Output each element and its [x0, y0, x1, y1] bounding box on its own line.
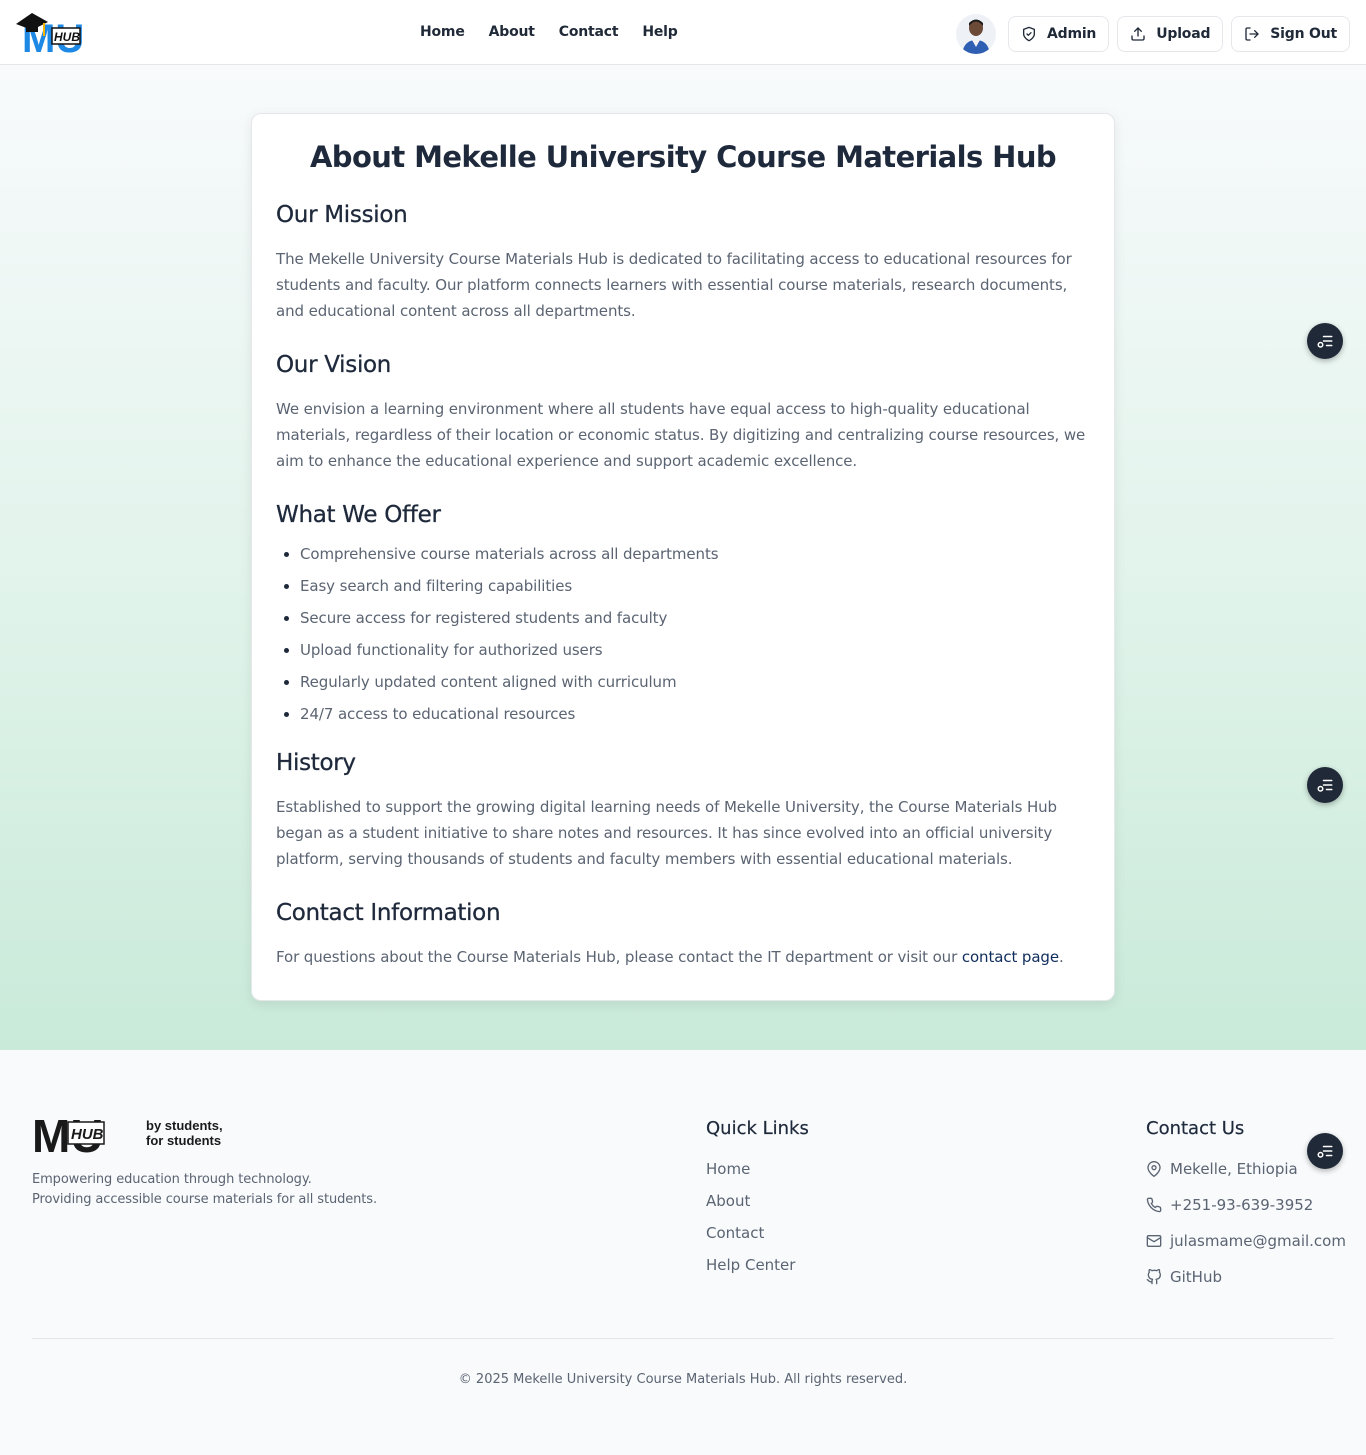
footer-link-contact[interactable]: Contact	[706, 1223, 795, 1243]
contact-text-before: For questions about the Course Materials…	[276, 948, 962, 966]
page-title: About Mekelle University Course Material…	[309, 140, 1057, 174]
offer-list-item: Secure access for registered students an…	[300, 608, 1090, 628]
phone-icon	[1146, 1197, 1162, 1213]
floating-menu-button[interactable]	[1307, 323, 1343, 359]
upload-icon	[1131, 27, 1145, 41]
quick-links: Home About Contact Help Center	[706, 1159, 795, 1287]
footer-link-help-center[interactable]: Help Center	[706, 1255, 795, 1275]
main-nav: Home About Contact Help	[420, 0, 678, 64]
nav-link-about[interactable]: About	[489, 24, 535, 40]
mission-text: The Mekelle University Course Materials …	[276, 250, 1072, 320]
offer-list-item: Upload functionality for authorized user…	[300, 640, 1090, 660]
nav-link-home[interactable]: Home	[420, 24, 465, 40]
top-navbar: MU HUB Home About Contact Help	[0, 0, 1366, 65]
log-out-icon	[1245, 27, 1259, 41]
mail-icon	[1146, 1235, 1162, 1247]
contact-text: For questions about the Course Materials…	[276, 944, 1090, 970]
offer-list-item: Comprehensive course materials across al…	[300, 544, 1090, 564]
floating-menu-button[interactable]	[1307, 1133, 1343, 1169]
about-card: About Mekelle University Course Material…	[251, 113, 1115, 1001]
upload-button[interactable]: Upload	[1117, 16, 1224, 52]
contact-github-text: GitHub	[1170, 1268, 1222, 1286]
user-avatar[interactable]	[955, 14, 996, 54]
vision-text: We envision a learning environment where…	[276, 400, 1086, 470]
offer-heading: What We Offer	[276, 502, 441, 528]
quick-links-title: Quick Links	[706, 1118, 809, 1139]
list-settings-icon	[1317, 1145, 1333, 1158]
footer-tagline-line: Empowering education through technology.	[32, 1172, 312, 1187]
svg-text:for students: for students	[146, 1133, 221, 1148]
contact-location-text: Mekelle, Ethiopia	[1170, 1160, 1298, 1178]
history-heading: History	[276, 750, 356, 776]
offer-list-item: Easy search and filtering capabilities	[300, 576, 1090, 596]
contact-email[interactable]: julasmame@gmail.com	[1146, 1231, 1346, 1251]
contact-github[interactable]: GitHub	[1146, 1267, 1346, 1287]
map-pin-icon	[1147, 1161, 1161, 1177]
floating-menu-button[interactable]	[1307, 767, 1343, 803]
nav-link-help[interactable]: Help	[642, 24, 677, 40]
contact-page-link[interactable]: contact page	[962, 948, 1059, 966]
offer-list: Comprehensive course materials across al…	[276, 544, 1090, 724]
site-logo[interactable]: MU HUB	[14, 10, 104, 61]
footer-logo[interactable]: MU HUB by students, for students	[32, 1110, 242, 1162]
contact-phone[interactable]: +251-93-639-3952	[1146, 1195, 1346, 1215]
footer-tagline-line: Providing accessible course materials fo…	[32, 1192, 378, 1207]
vision-heading: Our Vision	[276, 352, 392, 378]
sign-out-button[interactable]: Sign Out	[1231, 16, 1350, 52]
history-text: Established to support the growing digit…	[276, 798, 1057, 868]
offer-list-item: Regularly updated content aligned with c…	[300, 672, 1090, 692]
list-settings-icon	[1317, 779, 1333, 792]
svg-text:HUB: HUB	[71, 1126, 104, 1143]
contact-phone-text: +251-93-639-3952	[1170, 1196, 1314, 1214]
contact-list: Mekelle, Ethiopia +251-93-639-3952 julas…	[1146, 1159, 1346, 1303]
contact-us-title: Contact Us	[1146, 1118, 1245, 1139]
contact-text-after: .	[1058, 948, 1064, 966]
github-icon	[1146, 1269, 1161, 1285]
sign-out-button-label: Sign Out	[1270, 26, 1337, 42]
footer-divider	[32, 1338, 1334, 1339]
shield-icon	[1022, 26, 1035, 42]
site-footer: MU HUB by students, for students Empower…	[0, 1050, 1366, 1455]
admin-button[interactable]: Admin	[1007, 16, 1110, 52]
copyright-text: © 2025 Mekelle University Course Materia…	[458, 1372, 908, 1387]
footer-tagline: Empowering education through technology.…	[32, 1170, 377, 1210]
footer-link-about[interactable]: About	[706, 1191, 795, 1211]
main-content: About Mekelle University Course Material…	[0, 65, 1366, 1050]
offer-list-item: 24/7 access to educational resources	[300, 704, 1090, 724]
upload-button-label: Upload	[1156, 26, 1211, 42]
svg-text:HUB: HUB	[54, 30, 80, 44]
nav-actions: Admin Upload Sign Out	[955, 14, 1350, 54]
mission-heading: Our Mission	[276, 202, 408, 228]
nav-link-contact[interactable]: Contact	[559, 24, 619, 40]
svg-text:by students,: by students,	[146, 1118, 223, 1133]
contact-heading: Contact Information	[276, 900, 501, 926]
admin-button-label: Admin	[1046, 26, 1097, 42]
contact-email-text: julasmame@gmail.com	[1170, 1232, 1346, 1250]
footer-link-home[interactable]: Home	[706, 1159, 795, 1179]
list-settings-icon	[1317, 335, 1333, 348]
